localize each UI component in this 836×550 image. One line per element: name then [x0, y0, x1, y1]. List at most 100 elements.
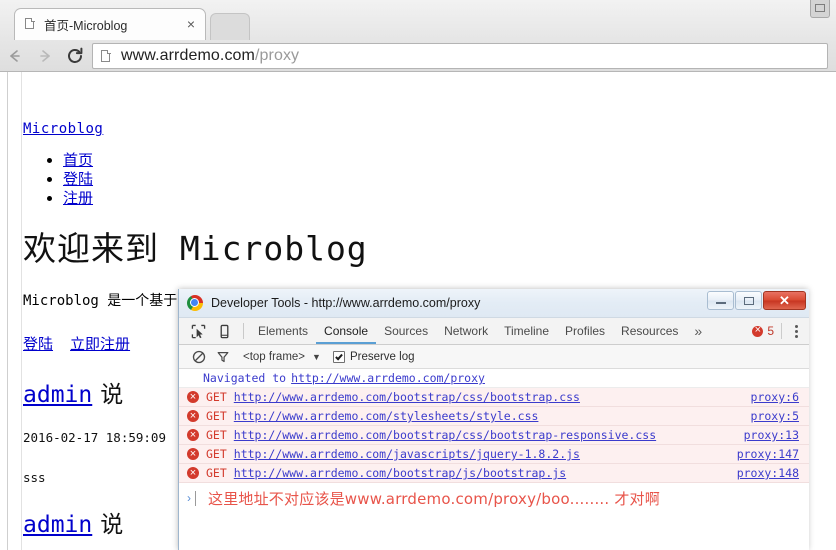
- source-link[interactable]: proxy:13: [744, 426, 799, 444]
- close-icon[interactable]: ✕: [763, 291, 806, 310]
- error-circle-icon: [187, 448, 199, 460]
- post-author-link[interactable]: admin: [23, 382, 92, 408]
- browser-tab[interactable]: 首页-Microblog ×: [14, 8, 206, 40]
- arrow-left-icon: [10, 50, 20, 62]
- request-url[interactable]: http://www.arrdemo.com/bootstrap/css/boo…: [234, 390, 580, 404]
- tab-elements[interactable]: Elements: [250, 318, 316, 344]
- devtools-titlebar[interactable]: Developer Tools - http://www.arrdemo.com…: [179, 289, 809, 318]
- console-info-url[interactable]: http://www.arrdemo.com/proxy: [291, 371, 485, 385]
- inspect-cursor-icon[interactable]: [185, 319, 211, 344]
- register-link[interactable]: 立即注册: [70, 335, 130, 353]
- reload-icon: [68, 47, 83, 63]
- nav-link-register[interactable]: 注册: [63, 189, 93, 207]
- maximize-icon[interactable]: [735, 291, 762, 310]
- request-url[interactable]: http://www.arrdemo.com/bootstrap/css/boo…: [234, 428, 656, 442]
- source-link[interactable]: proxy:147: [737, 445, 799, 463]
- login-link[interactable]: 登陆: [23, 335, 53, 353]
- console-info-row: Navigated to http://www.arrdemo.com/prox…: [179, 369, 809, 388]
- devtools-window-title: Developer Tools - http://www.arrdemo.com…: [211, 296, 481, 310]
- toolbar-divider: [781, 323, 782, 339]
- prompt-caret-icon: ›: [187, 491, 191, 505]
- url-host: www.arrdemo.com: [121, 47, 255, 64]
- clear-console-icon[interactable]: [187, 346, 211, 368]
- devtools-window: Developer Tools - http://www.arrdemo.com…: [178, 289, 809, 550]
- error-circle-icon: [187, 391, 199, 403]
- arrow-right-icon: [40, 50, 50, 62]
- site-nav-list: 首页 登陆 注册: [23, 151, 823, 207]
- back-button[interactable]: [0, 41, 30, 71]
- viewport-left-edge: [0, 72, 8, 550]
- minimize-icon[interactable]: [707, 291, 734, 310]
- error-circle-icon: [752, 323, 764, 337]
- browser-chrome: 首页-Microblog × www.arrdemo.com/proxy: [0, 0, 836, 72]
- request-method: GET: [206, 409, 227, 423]
- reload-button[interactable]: [60, 41, 90, 71]
- list-item: 注册: [63, 189, 823, 207]
- error-circle-icon: [187, 410, 199, 422]
- tab-close-icon[interactable]: ×: [183, 16, 199, 33]
- url-path: /proxy: [254, 47, 300, 64]
- console-error-row: GET http://www.arrdemo.com/bootstrap/css…: [179, 388, 809, 407]
- page-title: 欢迎来到 Microblog: [23, 229, 368, 268]
- error-count-badge[interactable]: 5: [752, 323, 774, 338]
- request-method: GET: [206, 390, 227, 404]
- omnibox-page-icon: [101, 49, 113, 63]
- tab-title: 首页-Microblog: [44, 19, 128, 33]
- address-bar-url: www.arrdemo.com/proxy: [121, 47, 299, 65]
- more-tabs-icon[interactable]: »: [686, 318, 710, 344]
- forward-button[interactable]: [30, 41, 60, 71]
- devtools-tab-list: Elements Console Sources Network Timelin…: [250, 318, 710, 344]
- tab-favicon-page-icon: [24, 17, 37, 32]
- console-error-row: GET http://www.arrdemo.com/stylesheets/s…: [179, 407, 809, 426]
- kebab-menu-icon[interactable]: [789, 322, 803, 340]
- error-count-value: 5: [767, 324, 774, 338]
- browser-toolbar: www.arrdemo.com/proxy: [0, 40, 836, 72]
- preserve-log-checkbox[interactable]: Preserve log: [332, 350, 415, 363]
- nav-link-home[interactable]: 首页: [63, 151, 93, 169]
- site-brand-link[interactable]: Microblog: [23, 121, 103, 137]
- console-error-row: GET http://www.arrdemo.com/javascripts/j…: [179, 445, 809, 464]
- post-author-link[interactable]: admin: [23, 512, 92, 538]
- console-error-row: GET http://www.arrdemo.com/bootstrap/js/…: [179, 464, 809, 483]
- preserve-log-label: Preserve log: [349, 350, 415, 363]
- request-method: GET: [206, 466, 227, 480]
- request-method: GET: [206, 447, 227, 461]
- error-circle-icon: [187, 467, 199, 479]
- console-prompt-row[interactable]: › 这里地址不对应该是www.arrdemo.com/proxy/boo....…: [179, 483, 809, 513]
- source-link[interactable]: proxy:148: [737, 464, 799, 482]
- new-tab-button[interactable]: [210, 13, 250, 40]
- request-url[interactable]: http://www.arrdemo.com/bootstrap/js/boot…: [234, 466, 566, 480]
- tab-profiles[interactable]: Profiles: [557, 318, 613, 344]
- request-method: GET: [206, 428, 227, 442]
- source-link[interactable]: proxy:5: [751, 407, 799, 425]
- toolbar-divider: [243, 323, 244, 339]
- post-verb: 说: [100, 512, 124, 538]
- toolbar-right-group: 5: [752, 322, 809, 340]
- device-toolbar-icon[interactable]: [211, 319, 237, 344]
- tab-timeline[interactable]: Timeline: [496, 318, 557, 344]
- address-bar[interactable]: www.arrdemo.com/proxy: [92, 43, 828, 69]
- filter-funnel-icon[interactable]: [211, 346, 235, 368]
- post-verb: 说: [100, 382, 124, 408]
- nav-link-login[interactable]: 登陆: [63, 170, 93, 188]
- request-url[interactable]: http://www.arrdemo.com/javascripts/jquer…: [234, 447, 580, 461]
- console-info-text: Navigated to: [203, 371, 287, 385]
- chrome-logo-icon: [187, 295, 203, 311]
- tab-network[interactable]: Network: [436, 318, 496, 344]
- error-circle-icon: [187, 429, 199, 441]
- console-log-panel[interactable]: Navigated to http://www.arrdemo.com/prox…: [179, 369, 809, 550]
- source-link[interactable]: proxy:6: [751, 388, 799, 406]
- window-restore-icon[interactable]: [810, 0, 830, 18]
- screenshot-root: 首页-Microblog × www.arrdemo.com/proxy Mic…: [0, 0, 836, 550]
- tab-resources[interactable]: Resources: [613, 318, 686, 344]
- chevron-down-icon[interactable]: ▼: [312, 352, 321, 362]
- window-controls: ✕: [706, 291, 806, 310]
- console-filter-bar: <top frame> ▼ Preserve log: [179, 345, 809, 369]
- list-item: 首页: [63, 151, 823, 169]
- checkbox-box: [332, 350, 345, 363]
- list-item: 登陆: [63, 170, 823, 188]
- request-url[interactable]: http://www.arrdemo.com/stylesheets/style…: [234, 409, 539, 423]
- tab-console[interactable]: Console: [316, 318, 377, 344]
- tab-sources[interactable]: Sources: [376, 318, 436, 344]
- frame-selector[interactable]: <top frame>: [243, 351, 305, 363]
